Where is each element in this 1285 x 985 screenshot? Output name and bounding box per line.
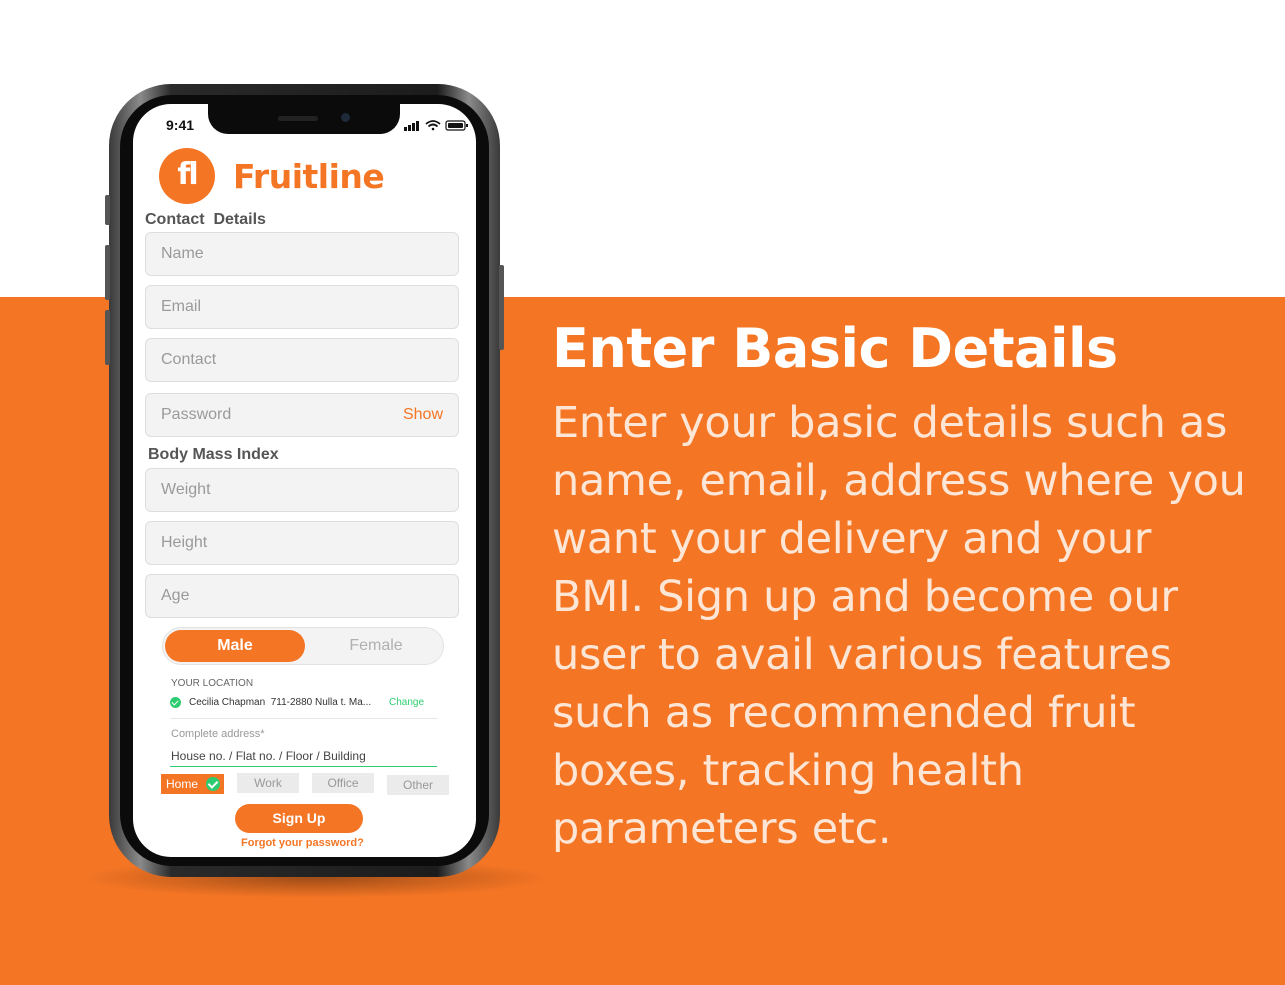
promo-body: Enter your basic details such as name, e… [552,398,1246,854]
contact-details-heading: Contact Details [145,211,266,228]
location-address-summary: Cecilia Chapman 711-2880 Nulla t. Ma... [189,697,372,708]
phone-power-button [499,265,504,350]
name-field[interactable]: Name [145,232,459,276]
sign-up-button[interactable]: Sign Up [235,804,363,833]
gender-toggle: Male Female [162,627,444,665]
password-field[interactable]: Password Show [145,393,459,437]
address-tag-office[interactable]: Office [312,773,374,793]
signal-icon [404,121,419,131]
show-password-button[interactable]: Show [403,406,443,424]
bmi-heading: Body Mass Index [148,446,279,463]
height-field[interactable]: Height [145,521,459,565]
location-title: YOUR LOCATION [171,678,254,689]
contact-placeholder: Contact [161,351,217,368]
battery-icon [445,120,468,131]
home-check-icon [206,777,220,791]
change-location-link[interactable]: Change [389,697,424,708]
status-time: 9:41 [166,117,195,133]
gender-male-option[interactable]: Male [165,630,305,662]
promo-headline: Enter Basic Details [552,317,1118,380]
height-placeholder: Height [161,534,208,551]
phone-camera [341,113,350,122]
age-field[interactable]: Age [145,574,459,618]
brand-name: Fruitline [233,157,385,196]
phone-volume-down [105,310,110,365]
complete-address-input[interactable]: House no. / Flat no. / Floor / Building [171,749,366,763]
complete-address-underline [170,766,437,767]
weight-field[interactable]: Weight [145,468,459,512]
age-placeholder: Age [161,587,190,604]
address-tag-work[interactable]: Work [237,773,299,793]
status-icons [404,120,468,131]
password-placeholder: Password [161,406,232,423]
email-field[interactable]: Email [145,285,459,329]
address-tag-other[interactable]: Other [387,775,449,795]
location-check-icon [170,697,181,708]
name-placeholder: Name [161,245,204,262]
phone-speaker [278,116,318,121]
fruitline-logo-icon: fl [159,148,215,204]
weight-placeholder: Weight [161,481,211,498]
location-divider [170,718,438,719]
wifi-icon [425,120,441,131]
complete-address-label: Complete address* [171,728,265,740]
phone-volume-up [105,245,110,300]
email-placeholder: Email [161,298,202,315]
phone-mute-switch [105,195,110,225]
forgot-password-link[interactable]: Forgot your password? [241,837,364,849]
contact-field[interactable]: Contact [145,338,459,382]
gender-female-option[interactable]: Female [311,630,441,662]
